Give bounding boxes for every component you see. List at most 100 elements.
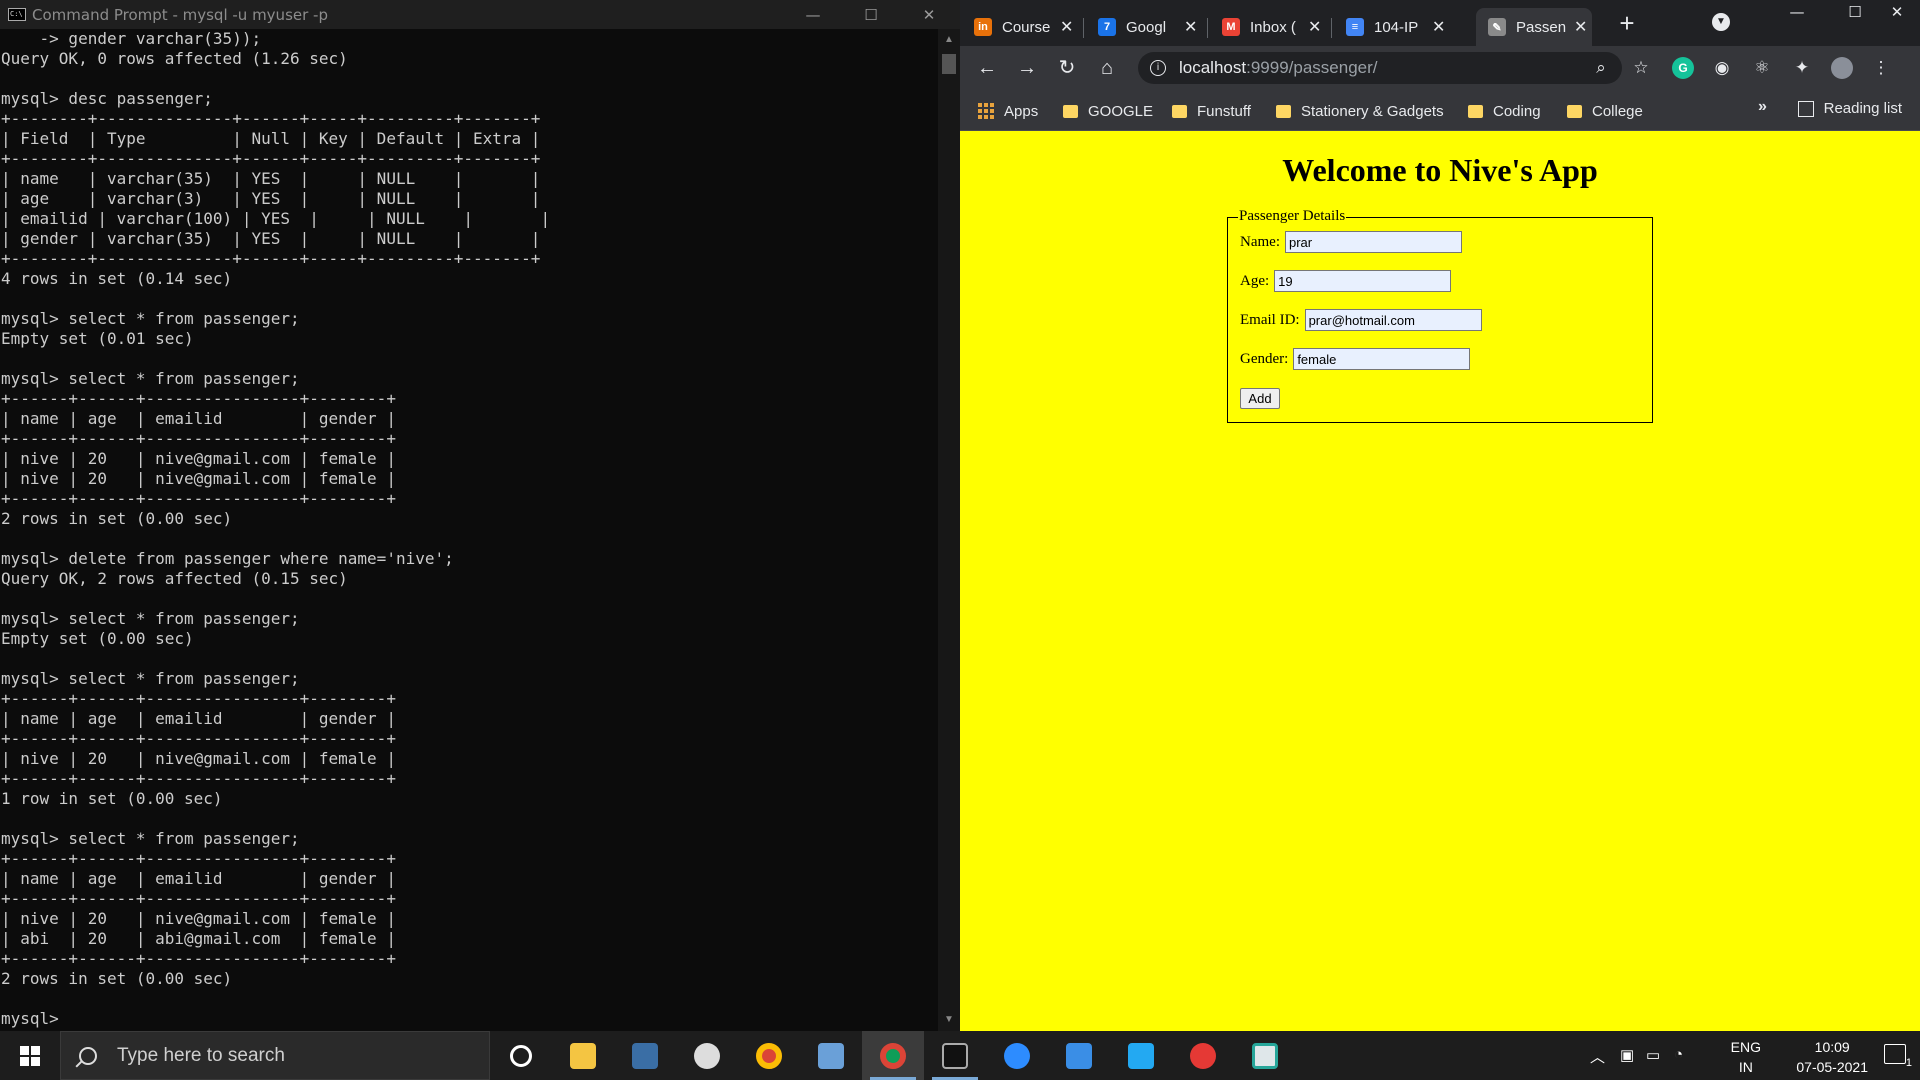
scroll-down-icon[interactable]: ▼ xyxy=(938,1011,960,1029)
close-tab-icon[interactable]: ✕ xyxy=(1432,17,1445,37)
age-input[interactable] xyxy=(1274,270,1452,292)
file-explorer-icon[interactable] xyxy=(552,1031,614,1080)
chrome-running-icon[interactable] xyxy=(862,1031,924,1080)
chrome-icon[interactable] xyxy=(738,1031,800,1080)
age-label: Age: xyxy=(1240,272,1270,289)
bookmark-folder-college[interactable]: College xyxy=(1567,100,1643,122)
snipping-tool-icon[interactable] xyxy=(800,1031,862,1080)
scroll-thumb[interactable] xyxy=(942,54,956,74)
cmd-titlebar[interactable]: Command Prompt - mysql -u myuser -p — ☐ … xyxy=(0,0,960,29)
maximize-icon[interactable]: ☐ xyxy=(1832,0,1878,24)
bookmark-folder-funstuff[interactable]: Funstuff xyxy=(1172,100,1251,122)
menu-kebab-icon[interactable]: ⋮ xyxy=(1870,57,1892,79)
screenshot-extension-icon[interactable]: ◉ xyxy=(1711,57,1733,79)
console-line: mysql> select * from passenger; xyxy=(1,829,300,848)
close-icon[interactable]: ✕ xyxy=(906,0,952,29)
extensions-puzzle-icon[interactable]: ✦ xyxy=(1791,57,1813,79)
console-line: | emailid | varchar(100) | YES | | NULL … xyxy=(1,209,551,228)
bookmark-folder-google[interactable]: GOOGLE xyxy=(1063,100,1153,122)
reading-list-icon xyxy=(1797,100,1814,117)
clock[interactable]: 10:09 07-05-2021 xyxy=(1796,1037,1868,1077)
email-input[interactable] xyxy=(1304,309,1482,331)
fieldset-legend: Passenger Details xyxy=(1238,208,1347,225)
close-tab-icon[interactable]: ✕ xyxy=(1184,17,1197,37)
vscode-icon[interactable] xyxy=(1110,1031,1172,1080)
site-info-icon[interactable]: i xyxy=(1150,60,1166,76)
cmd-console[interactable]: -> gender varchar(35)); Query OK, 0 rows … xyxy=(0,29,938,1031)
cmd-scrollbar[interactable]: ▲ ▼ xyxy=(938,29,960,1031)
new-tab-icon[interactable]: + xyxy=(1612,8,1642,38)
forward-icon[interactable]: → xyxy=(1014,55,1040,81)
cmd-window-title: Command Prompt - mysql -u myuser -p xyxy=(32,5,328,24)
console-line: | nive | 20 | nive@gmail.com | female | xyxy=(1,749,396,768)
search-icon xyxy=(79,1046,97,1065)
zoom-icon[interactable]: ⌕ xyxy=(1590,57,1612,79)
device-icon[interactable]: ▣ xyxy=(1620,1046,1634,1064)
chrome-window[interactable]: in Course ✕ 7 Googl ✕ M Inbox ( ✕ ≡ 104-… xyxy=(960,0,1920,1031)
tab-google[interactable]: 7 Googl ✕ xyxy=(1086,8,1208,46)
tab-strip[interactable]: in Course ✕ 7 Googl ✕ M Inbox ( ✕ ≡ 104-… xyxy=(960,0,1920,46)
console-line: mysql> desc passenger; xyxy=(1,89,213,108)
home-icon[interactable]: ⌂ xyxy=(1094,55,1120,81)
close-tab-icon[interactable]: ✕ xyxy=(1060,17,1073,37)
tab-separator xyxy=(1331,18,1332,38)
close-icon[interactable]: ✕ xyxy=(1874,0,1920,24)
console-line: | name | age | emailid | gender | xyxy=(1,409,396,428)
wifi-icon[interactable]: ◔ xyxy=(1674,1046,1683,1063)
tab-inbox[interactable]: M Inbox ( ✕ xyxy=(1210,8,1332,46)
battery-icon[interactable]: ▭ xyxy=(1646,1046,1660,1064)
grammarly-icon[interactable]: G xyxy=(1672,57,1694,79)
bookmark-label: GOOGLE xyxy=(1088,102,1154,120)
bookmark-apps[interactable]: Apps xyxy=(978,100,1038,122)
recorder-app-icon[interactable] xyxy=(1172,1031,1234,1080)
reading-list-button[interactable]: Reading list xyxy=(1797,100,1902,117)
gender-input[interactable] xyxy=(1293,348,1471,370)
scroll-up-icon[interactable]: ▲ xyxy=(938,31,960,49)
command-prompt-icon[interactable] xyxy=(924,1031,986,1080)
tab-title: Course xyxy=(1002,18,1051,36)
react-devtools-icon[interactable]: ⚛ xyxy=(1751,57,1773,79)
bookmark-star-icon[interactable]: ☆ xyxy=(1630,57,1652,79)
console-line: | abi | 20 | abi@gmail.com | female | xyxy=(1,929,396,948)
command-prompt-window[interactable]: Command Prompt - mysql -u myuser -p — ☐ … xyxy=(0,0,960,1031)
notification-center-icon[interactable] xyxy=(1884,1044,1906,1064)
maximize-icon[interactable]: ☐ xyxy=(848,0,894,29)
reading-list-label: Reading list xyxy=(1823,100,1902,117)
bookmark-folder-stationery[interactable]: Stationery & Gadgets xyxy=(1276,100,1444,122)
folder-icon xyxy=(1276,104,1291,118)
reload-icon[interactable]: ↻ xyxy=(1054,55,1080,81)
clock-app-icon[interactable] xyxy=(676,1031,738,1080)
profile-avatar[interactable] xyxy=(1831,57,1853,79)
close-tab-icon[interactable]: ✕ xyxy=(1574,17,1587,37)
tab-104-ip[interactable]: ≡ 104-IP ✕ xyxy=(1334,8,1456,46)
tab-title: Googl xyxy=(1126,18,1167,36)
bookmark-folder-coding[interactable]: Coding xyxy=(1468,100,1541,122)
gender-label: Gender: xyxy=(1240,350,1289,367)
name-input[interactable] xyxy=(1284,231,1462,253)
calculator-icon[interactable] xyxy=(614,1031,676,1080)
tab-course[interactable]: in Course ✕ xyxy=(962,8,1084,46)
address-bar[interactable]: i localhost:9999/passenger/ xyxy=(1138,52,1622,84)
zoom-app-icon[interactable] xyxy=(986,1031,1048,1080)
console-line: mysql> select * from passenger; xyxy=(1,669,300,688)
minimize-icon[interactable]: — xyxy=(1774,0,1820,24)
console-line: mysql> xyxy=(1,1009,69,1028)
cortana-icon[interactable] xyxy=(490,1031,552,1080)
more-bookmarks-chevron-icon[interactable]: » xyxy=(1758,98,1767,116)
tab-passenger[interactable]: ✎ Passen ✕ xyxy=(1476,8,1592,46)
show-hidden-icons-chevron-icon[interactable]: ︿ xyxy=(1590,1046,1605,1067)
vm-app-icon[interactable] xyxy=(1234,1031,1296,1080)
back-icon[interactable]: ← xyxy=(974,55,1000,81)
language-indicator[interactable]: ENG IN xyxy=(1731,1037,1761,1077)
name-row: Name: xyxy=(1240,231,1462,253)
console-line: Query OK, 2 rows affected (0.15 sec) xyxy=(1,569,348,588)
taskbar-search-box[interactable]: Type here to search xyxy=(60,1031,490,1080)
start-button[interactable] xyxy=(0,1031,60,1080)
close-tab-icon[interactable]: ✕ xyxy=(1308,17,1321,37)
minimize-icon[interactable]: — xyxy=(790,0,836,29)
add-button[interactable]: Add xyxy=(1240,388,1280,409)
photos-icon[interactable] xyxy=(1048,1031,1110,1080)
tab-search-icon[interactable]: ▼ xyxy=(1712,13,1730,31)
